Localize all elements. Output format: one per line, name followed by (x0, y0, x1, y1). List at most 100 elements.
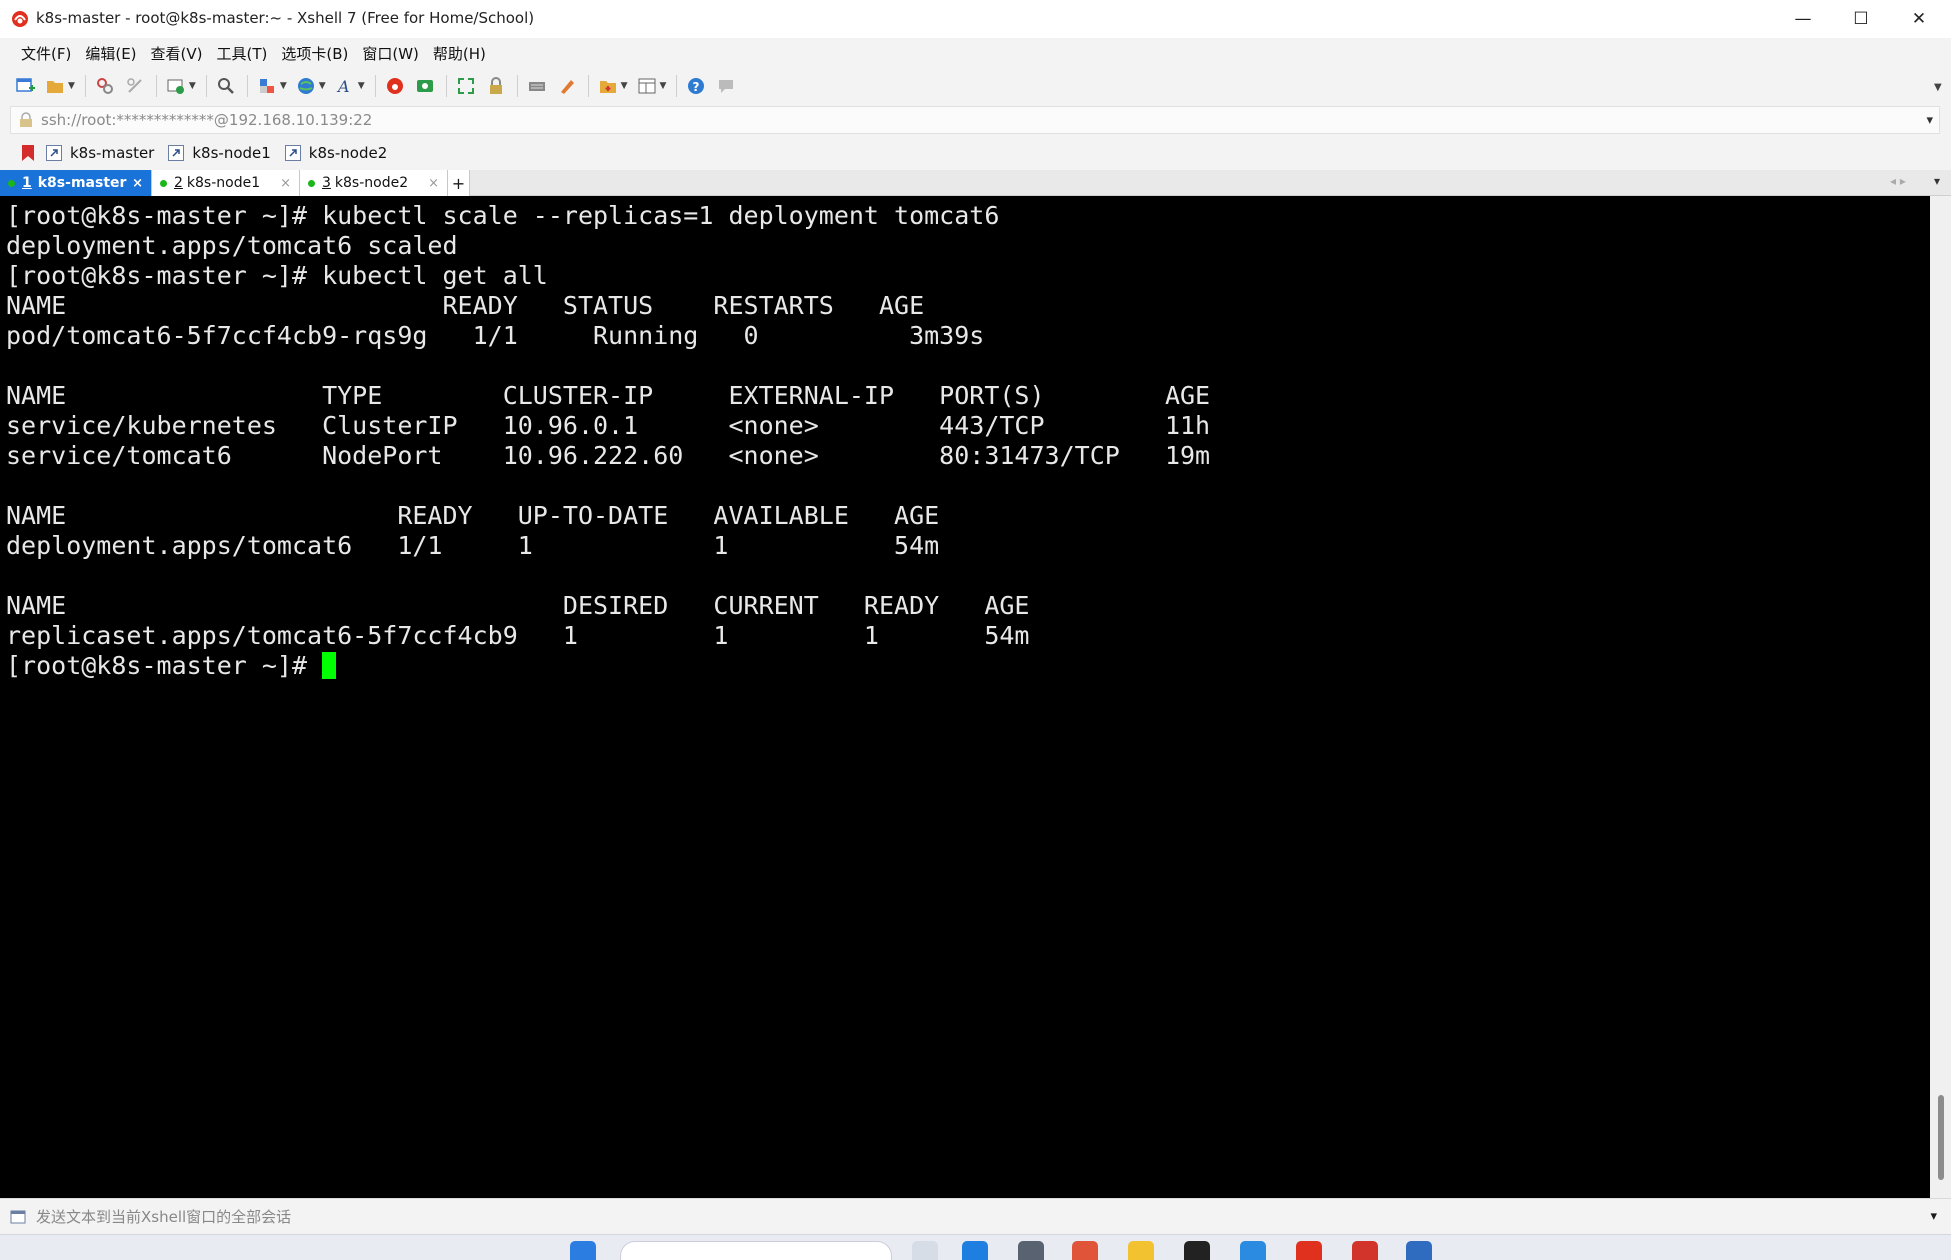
menu-file[interactable]: 文件(F) (14, 43, 78, 64)
add-folder-icon[interactable] (597, 75, 619, 97)
bookmark-icon[interactable] (20, 144, 36, 162)
properties-icon[interactable] (165, 75, 187, 97)
chevron-down-icon[interactable]: ▼ (189, 81, 196, 91)
globe-icon[interactable] (295, 75, 317, 97)
terminal-line: service/kubernetes ClusterIP 10.96.0.1 <… (6, 411, 1211, 440)
scrollbar-thumb[interactable] (1938, 1095, 1944, 1180)
app-icon[interactable] (1018, 1241, 1044, 1260)
terminal-line: [root@k8s-master ~]# kubectl scale --rep… (6, 201, 1000, 230)
menu-tools[interactable]: 工具(T) (210, 43, 275, 64)
menu-window[interactable]: 窗口(W) (355, 43, 426, 64)
tab-k8s-master[interactable]: 1 k8s-master × (0, 170, 152, 196)
terminal-line: [root@k8s-master ~]# kubectl get all (6, 261, 548, 290)
terminal-scrollbar[interactable] (1930, 196, 1951, 1198)
menu-view[interactable]: 查看(V) (144, 43, 210, 64)
app-icon[interactable] (1072, 1241, 1098, 1260)
search-icon[interactable] (215, 75, 237, 97)
chevron-down-icon[interactable]: ▼ (280, 81, 287, 91)
address-dropdown-icon[interactable]: ▾ (1926, 113, 1933, 128)
maximize-button[interactable]: ☐ (1833, 0, 1889, 38)
app-icon[interactable] (1352, 1241, 1378, 1260)
tab-menu-icon[interactable]: ▾ (1934, 174, 1940, 188)
menu-tab[interactable]: 选项卡(B) (274, 43, 355, 64)
toolbar-divider (84, 75, 86, 97)
session-tab-bar: 1 k8s-master × 2 k8s-node1 × 3 k8s-node2… (0, 170, 1951, 196)
tab-number: 1 (22, 175, 32, 191)
app-icon[interactable] (1406, 1241, 1432, 1260)
disconnect-icon[interactable] (124, 75, 146, 97)
close-button[interactable]: ✕ (1891, 0, 1947, 38)
toolbar-divider (246, 75, 248, 97)
chevron-down-icon[interactable]: ▼ (68, 81, 75, 91)
app-icon[interactable] (1240, 1241, 1266, 1260)
link-k8s-master[interactable]: k8s-master (46, 144, 154, 162)
lock-icon[interactable] (485, 75, 507, 97)
comment-icon[interactable] (715, 75, 737, 97)
tab-k8s-node2[interactable]: 3 k8s-node2 × (300, 170, 448, 196)
terminal-view[interactable]: [root@k8s-master ~]# kubectl scale --rep… (0, 196, 1930, 1198)
svg-text:A: A (336, 77, 350, 96)
os-taskbar (0, 1234, 1951, 1260)
toolbar-divider (445, 75, 447, 97)
terminal-cursor (322, 652, 337, 679)
menu-bar: 文件(F) 编辑(E) 查看(V) 工具(T) 选项卡(B) 窗口(W) 帮助(… (0, 38, 1951, 68)
start-icon[interactable] (570, 1241, 596, 1260)
lock-icon (20, 112, 32, 127)
compose-icon (10, 1210, 26, 1223)
xshell-taskbar-icon[interactable] (1296, 1241, 1322, 1260)
status-dot (308, 179, 315, 187)
xshell-icon[interactable] (384, 75, 406, 97)
close-tab-icon[interactable]: × (428, 176, 439, 191)
close-tab-icon[interactable]: × (280, 176, 291, 191)
new-session-icon[interactable] (14, 75, 36, 97)
link-k8s-node2[interactable]: k8s-node2 (284, 144, 388, 162)
app-icon[interactable] (962, 1241, 988, 1260)
tab-number: 2 (174, 175, 183, 191)
tab-k8s-node1[interactable]: 2 k8s-node1 × (152, 170, 300, 196)
terminal-line: pod/tomcat6-5f7ccf4cb9-rqs9g 1/1 Running… (6, 321, 985, 350)
minimize-button[interactable]: — (1775, 0, 1831, 38)
keyboard-icon[interactable] (526, 75, 548, 97)
tab-label: k8s-node2 (334, 175, 409, 191)
chevron-down-icon[interactable]: ▼ (319, 81, 326, 91)
app-icon[interactable] (1184, 1241, 1210, 1260)
help-icon[interactable]: ? (685, 75, 707, 97)
app-icon[interactable] (1128, 1241, 1154, 1260)
link-label: k8s-master (70, 144, 155, 162)
terminal-line: NAME DESIRED CURRENT READY AGE (6, 591, 1030, 620)
highlight-icon[interactable] (556, 75, 578, 97)
terminal-line: deployment.apps/tomcat6 1/1 1 1 54m (6, 531, 940, 560)
shortcut-icon (284, 145, 301, 161)
link-k8s-node1[interactable]: k8s-node1 (168, 144, 271, 162)
tab-scroll-arrows-icon[interactable]: ◂ ▸ (1890, 174, 1906, 188)
terminal-prompt: [root@k8s-master ~]# (6, 651, 323, 680)
xftp-icon[interactable] (414, 75, 436, 97)
menu-edit[interactable]: 编辑(E) (78, 43, 143, 64)
open-folder-icon[interactable] (44, 75, 66, 97)
layout-icon[interactable] (256, 75, 278, 97)
connect-icon[interactable] (94, 75, 116, 97)
fullscreen-icon[interactable] (455, 75, 477, 97)
toolbar-overflow-icon[interactable]: ▼ (1934, 82, 1942, 93)
taskbar-search-input[interactable] (620, 1241, 892, 1260)
tile-windows-icon[interactable] (636, 75, 658, 97)
minimize-icon: — (1794, 9, 1812, 29)
chevron-down-icon[interactable]: ▼ (660, 81, 667, 91)
address-bar[interactable]: ssh://root:*************@192.168.10.139:… (10, 106, 1940, 134)
terminal-line: service/tomcat6 NodePort 10.96.222.60 <n… (6, 441, 1211, 470)
compose-dropdown-icon[interactable]: ▾ (1930, 1209, 1937, 1224)
font-icon[interactable]: A (334, 75, 356, 97)
compose-input[interactable]: 发送文本到当前Xshell窗口的全部会话 (36, 1206, 291, 1227)
menu-help[interactable]: 帮助(H) (426, 43, 493, 64)
link-label: k8s-node2 (308, 144, 388, 162)
terminal-output: [root@k8s-master ~]# kubectl scale --rep… (0, 196, 1930, 681)
toolbar: ▼ ▼ ▼ ▼ A ▼ ▼ ▼ ? ▼ (0, 68, 1951, 104)
status-dot (160, 179, 167, 187)
chevron-down-icon[interactable]: ▼ (358, 81, 365, 91)
chevron-down-icon[interactable]: ▼ (621, 81, 628, 91)
close-tab-icon[interactable]: × (132, 176, 143, 191)
address-input[interactable]: ssh://root:*************@192.168.10.139:… (41, 111, 372, 129)
taskview-icon[interactable] (912, 1241, 938, 1260)
new-tab-button[interactable]: + (448, 170, 470, 196)
toolbar-divider (587, 75, 589, 97)
